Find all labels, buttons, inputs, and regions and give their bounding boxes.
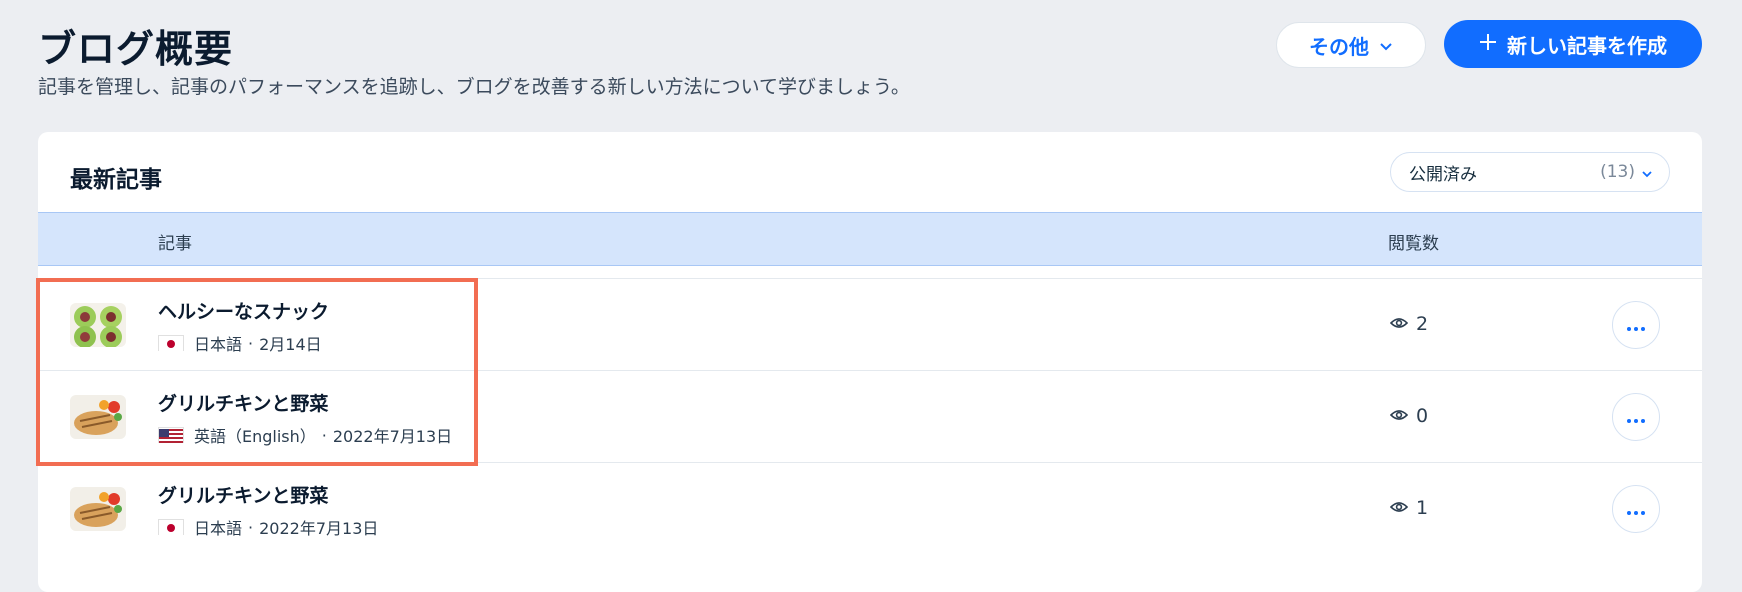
post-thumbnail xyxy=(70,487,126,531)
eye-icon xyxy=(1389,313,1409,335)
table-row[interactable]: グリルチキンと野菜 日本語 · 2022年7月13日 1 xyxy=(38,462,1702,554)
create-post-button[interactable]: 新しい記事を作成 xyxy=(1444,20,1702,68)
plus-icon xyxy=(1479,32,1497,56)
post-thumbnail xyxy=(70,303,126,347)
post-title[interactable]: グリルチキンと野菜 xyxy=(158,481,328,508)
create-post-label: 新しい記事を作成 xyxy=(1507,33,1667,58)
post-thumbnail xyxy=(70,395,126,439)
japan-flag-icon xyxy=(158,519,184,535)
view-count: 1 xyxy=(1389,497,1429,519)
post-language: 日本語 xyxy=(194,335,243,354)
status-filter-dropdown[interactable]: 公開済み (13) xyxy=(1390,152,1670,192)
column-header-post: 記事 xyxy=(158,234,192,254)
page-subtitle: 記事を管理し、記事のパフォーマンスを追跡し、ブログを改善する新しい方法について学… xyxy=(38,76,910,98)
card-title: 最新記事 xyxy=(70,167,162,193)
post-meta: 英語（English） · 2022年7月13日 xyxy=(158,423,452,447)
view-count: 0 xyxy=(1389,405,1429,427)
view-count-value: 1 xyxy=(1416,497,1429,519)
meta-separator: · xyxy=(248,517,254,537)
more-button[interactable]: その他 xyxy=(1276,22,1426,68)
post-date: 2月14日 xyxy=(259,335,322,354)
row-actions-button[interactable] xyxy=(1612,485,1660,533)
table-header: 記事 閲覧数 xyxy=(38,212,1702,266)
more-button-label: その他 xyxy=(1309,34,1369,59)
recent-posts-card: 最新記事 公開済み (13) 記事 閲覧数 ヘルシーなスナック 日本語 · 2月… xyxy=(38,132,1702,592)
eye-icon xyxy=(1389,405,1409,427)
view-count: 2 xyxy=(1389,313,1429,335)
table-row[interactable]: ヘルシーなスナック 日本語 · 2月14日 2 xyxy=(38,278,1702,370)
row-actions-button[interactable] xyxy=(1612,301,1660,349)
japan-flag-icon xyxy=(158,335,184,351)
ellipsis-icon xyxy=(1627,408,1645,427)
post-language: 日本語 xyxy=(194,519,243,538)
chevron-down-icon xyxy=(1641,163,1653,182)
meta-separator: · xyxy=(248,333,254,353)
chevron-down-icon xyxy=(1379,33,1393,57)
post-title[interactable]: ヘルシーなスナック xyxy=(158,297,329,324)
view-count-value: 0 xyxy=(1416,405,1429,427)
filter-count: (13) xyxy=(1600,162,1635,182)
post-title[interactable]: グリルチキンと野菜 xyxy=(158,389,328,416)
column-header-views: 閲覧数 xyxy=(1388,234,1439,254)
us-flag-icon xyxy=(158,427,184,443)
ellipsis-icon xyxy=(1627,500,1645,519)
table-row[interactable]: グリルチキンと野菜 英語（English） · 2022年7月13日 0 xyxy=(38,370,1702,462)
meta-separator: · xyxy=(321,425,327,445)
ellipsis-icon xyxy=(1627,316,1645,335)
post-date: 2022年7月13日 xyxy=(332,427,453,446)
filter-label: 公開済み xyxy=(1409,164,1477,185)
post-meta: 日本語 · 2022年7月13日 xyxy=(158,515,378,539)
post-meta: 日本語 · 2月14日 xyxy=(158,331,322,355)
page-title: ブログ概要 xyxy=(38,27,234,71)
eye-icon xyxy=(1389,497,1409,519)
view-count-value: 2 xyxy=(1416,313,1429,335)
row-actions-button[interactable] xyxy=(1612,393,1660,441)
post-language: 英語（English） xyxy=(194,427,316,446)
post-date: 2022年7月13日 xyxy=(259,519,379,538)
